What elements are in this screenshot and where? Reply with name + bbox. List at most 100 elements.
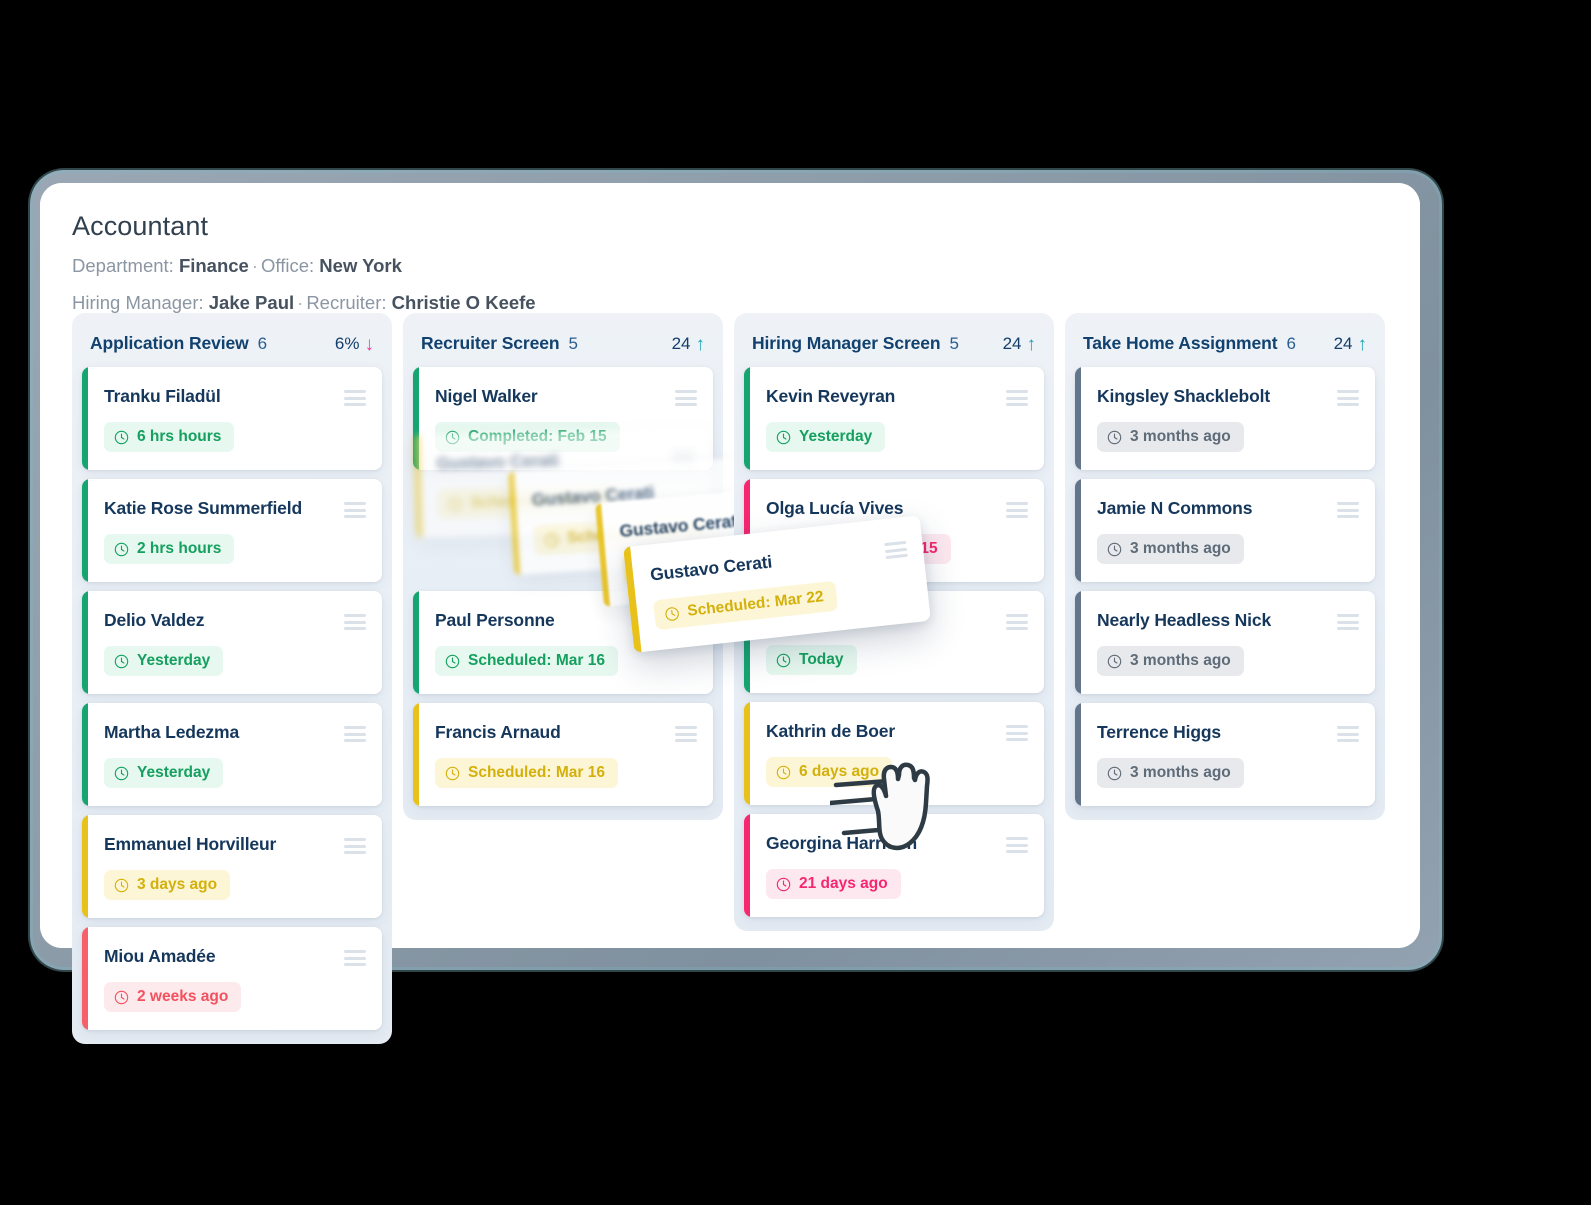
office-value: New York xyxy=(319,255,402,276)
job-meta-line-1: Department: Finance · Office: New York xyxy=(72,253,536,279)
candidate-card[interactable]: Martha Ledezma Yesterday xyxy=(82,703,382,806)
candidate-status-text: 3 days ago xyxy=(137,876,218,893)
drag-handle-icon[interactable] xyxy=(675,722,697,742)
candidate-card-top: Nearly Headless Nick xyxy=(1097,610,1359,631)
clock-icon xyxy=(1107,430,1122,445)
candidate-name: Nigel Walker xyxy=(435,386,538,406)
drag-handle-icon[interactable] xyxy=(1006,721,1028,741)
clock-icon xyxy=(776,653,791,668)
candidate-status-text: 3 months ago xyxy=(1130,764,1231,781)
candidate-card[interactable]: Kevin Reveyran Yesterday xyxy=(744,367,1044,470)
candidate-name: Paul Personne xyxy=(435,610,555,630)
clock-icon xyxy=(114,766,129,781)
dragged-card-status-badge: Scheduled: Mar 22 xyxy=(653,580,839,631)
column-trend-value: 24 xyxy=(1002,334,1022,353)
candidate-card-top: Miou Amadée xyxy=(104,946,366,967)
trend-up-arrow-icon: ↑ xyxy=(1026,333,1037,355)
candidate-card[interactable]: Georgina Harrison 21 days ago xyxy=(744,814,1044,917)
candidate-status-badge: 2 hrs hours xyxy=(104,534,235,564)
clock-icon xyxy=(776,765,791,780)
clock-icon xyxy=(114,542,129,557)
drag-handle-icon[interactable] xyxy=(1337,722,1359,742)
clock-icon xyxy=(445,654,460,669)
clock-icon xyxy=(664,605,681,622)
candidate-name: Tranku Filadül xyxy=(104,386,221,406)
candidate-card[interactable]: Kathrin de Boer 6 days ago xyxy=(744,702,1044,805)
app-window: Accountant Department: Finance · Office: N… xyxy=(40,183,1420,1044)
drag-handle-icon[interactable] xyxy=(1337,386,1359,406)
candidate-status-badge: 3 months ago xyxy=(1097,758,1244,788)
candidate-card[interactable]: Jamie N Commons 3 months ago xyxy=(1075,479,1375,582)
candidate-name: Kathrin de Boer xyxy=(766,721,896,741)
clock-icon xyxy=(1107,542,1122,557)
kanban-board: Application Review 6 6% ↓ Tranku Filadül 6 hr… xyxy=(72,313,1385,1044)
column-trend: 24 ↑ xyxy=(1003,334,1036,354)
candidate-card[interactable]: Delio Valdez Yesterday xyxy=(82,591,382,694)
kanban-column: Application Review 6 6% ↓ Tranku Filadül 6 hr… xyxy=(72,313,392,1044)
column-card-list: Tranku Filadül 6 hrs hours Katie Rose Summ… xyxy=(82,367,382,1030)
column-trend: 24 ↑ xyxy=(1334,334,1367,354)
candidate-status-text: 6 days ago xyxy=(799,763,880,780)
job-header: Accountant Department: Finance · Office: N… xyxy=(72,211,536,317)
candidate-card[interactable]: Francis Arnaud Scheduled: Mar 16 xyxy=(413,703,713,806)
drag-handle-icon[interactable] xyxy=(1337,610,1359,630)
drag-handle-icon[interactable] xyxy=(1006,833,1028,853)
column-count: 5 xyxy=(568,334,578,353)
drag-handle-icon[interactable] xyxy=(344,610,366,630)
clock-icon xyxy=(114,990,129,1005)
candidate-card[interactable]: Miou Amadée 2 weeks ago xyxy=(82,927,382,1030)
drag-handle-icon[interactable] xyxy=(1006,498,1028,518)
drag-handle-icon[interactable] xyxy=(344,722,366,742)
candidate-card-top: Olga Lucía Vives xyxy=(766,498,1028,519)
candidate-name: Terrence Higgs xyxy=(1097,722,1222,742)
candidate-status-badge: 3 months ago xyxy=(1097,534,1244,564)
candidate-card[interactable]: Katie Rose Summerfield 2 hrs hours xyxy=(82,479,382,582)
candidate-card[interactable]: Kingsley Shacklebolt 3 months ago xyxy=(1075,367,1375,470)
trend-up-arrow-icon: ↑ xyxy=(695,333,706,355)
drag-handle-icon[interactable] xyxy=(1006,386,1028,406)
clock-icon xyxy=(114,430,129,445)
candidate-name: Francis Arnaud xyxy=(435,722,561,742)
candidate-card-top: Georgina Harrison xyxy=(766,833,1028,854)
candidate-card-top: Kathrin de Boer xyxy=(766,721,1028,742)
candidate-status-badge: Scheduled: Mar 16 xyxy=(435,646,618,676)
candidate-card-top: Tranku Filadül xyxy=(104,386,366,407)
candidate-status-text: 6 hrs hours xyxy=(137,428,222,445)
clock-icon xyxy=(1107,766,1122,781)
candidate-card-top: Delio Valdez xyxy=(104,610,366,631)
candidate-card[interactable]: Tranku Filadül 6 hrs hours xyxy=(82,367,382,470)
column-count: 5 xyxy=(949,334,959,353)
candidate-card-top: Emmanuel Horvilleur xyxy=(104,834,366,855)
drag-handle-icon[interactable] xyxy=(1006,610,1028,630)
column-card-list: Kevin ReveyranYesterdayOlga Lucía VivesC… xyxy=(744,367,1044,917)
candidate-card[interactable]: Terrence Higgs 3 months ago xyxy=(1075,703,1375,806)
drag-handle-icon[interactable] xyxy=(675,386,697,406)
drag-handle-icon[interactable] xyxy=(884,537,908,560)
trend-up-arrow-icon: ↑ xyxy=(1357,333,1368,355)
column-trend: 24 ↑ xyxy=(672,334,705,354)
dragged-card-status-text: Scheduled: Mar 22 xyxy=(686,588,825,620)
column-trend-value: 6% xyxy=(334,334,360,353)
candidate-status-badge: 3 days ago xyxy=(104,870,231,900)
candidate-card[interactable]: Nigel Walker Completed: Feb 15 xyxy=(413,367,713,470)
meta-separator-2: · xyxy=(297,292,304,314)
candidate-card-top: Martha Ledezma xyxy=(104,722,366,743)
candidate-name: Kevin Reveyran xyxy=(766,386,896,406)
drag-handle-icon[interactable] xyxy=(344,386,366,406)
dragged-card-name: Gustavo Cerati xyxy=(649,551,774,585)
column-card-list: Kingsley Shacklebolt 3 months ago Jamie N … xyxy=(1075,367,1375,806)
candidate-card[interactable]: Emmanuel Horvilleur 3 days ago xyxy=(82,815,382,918)
candidate-status-text: Completed: Feb 15 xyxy=(468,428,607,445)
candidate-status-badge: Yesterday xyxy=(766,422,886,452)
drag-handle-icon[interactable] xyxy=(344,498,366,518)
drag-handle-icon[interactable] xyxy=(1337,498,1359,518)
candidate-name: Jamie N Commons xyxy=(1097,498,1253,518)
candidate-card-top: Nigel Walker xyxy=(435,386,697,407)
hiring-manager-value: Jake Paul xyxy=(208,292,295,314)
candidate-status-text: 21 days ago xyxy=(799,875,888,892)
drag-handle-icon[interactable] xyxy=(344,834,366,854)
candidate-name: Georgina Harrison xyxy=(766,833,918,853)
candidate-card[interactable]: Nearly Headless Nick 3 months ago xyxy=(1075,591,1375,694)
column-title: Take Home Assignment xyxy=(1083,333,1278,353)
drag-handle-icon[interactable] xyxy=(344,946,366,966)
